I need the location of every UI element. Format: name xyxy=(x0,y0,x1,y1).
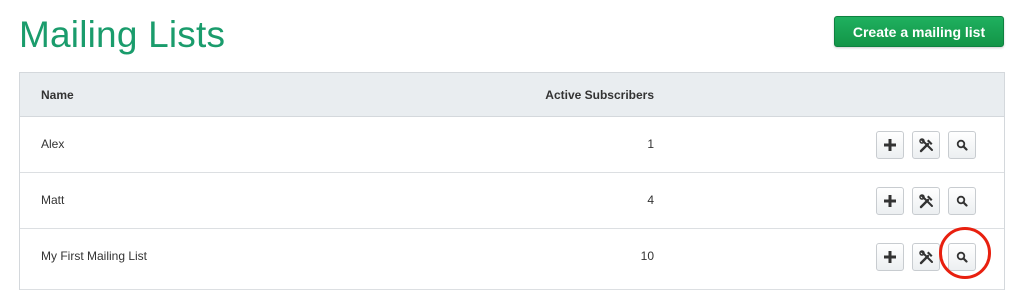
list-name: Alex xyxy=(41,137,65,151)
column-header-name[interactable]: Name xyxy=(41,88,74,102)
add-subscriber-button[interactable] xyxy=(876,187,904,215)
mailing-lists-table: Name Active Subscribers Alex 1 Matt 4 My… xyxy=(19,72,1005,290)
tools-icon xyxy=(918,137,933,152)
column-header-active-subscribers[interactable]: Active Subscribers xyxy=(545,88,654,102)
search-icon xyxy=(956,195,968,207)
add-subscriber-button[interactable] xyxy=(876,243,904,271)
table-row: Matt 4 xyxy=(20,173,1004,229)
search-icon xyxy=(956,139,968,151)
active-subscriber-count: 10 xyxy=(640,249,654,263)
plus-icon xyxy=(884,195,896,207)
row-actions xyxy=(876,243,976,271)
list-name: My First Mailing List xyxy=(41,249,148,263)
create-mailing-list-button[interactable]: Create a mailing list xyxy=(834,16,1004,47)
page-title: Mailing Lists xyxy=(19,14,226,55)
table-header: Name Active Subscribers xyxy=(20,73,1004,117)
view-list-button[interactable] xyxy=(948,187,976,215)
list-name: Matt xyxy=(41,193,65,207)
edit-list-button[interactable] xyxy=(912,187,940,215)
table-row: My First Mailing List 10 xyxy=(20,229,1004,290)
tools-icon xyxy=(918,249,933,264)
edit-list-button[interactable] xyxy=(912,243,940,271)
view-list-button[interactable] xyxy=(948,131,976,159)
active-subscriber-count: 1 xyxy=(647,137,654,151)
edit-list-button[interactable] xyxy=(912,131,940,159)
search-icon xyxy=(956,251,968,263)
row-actions xyxy=(876,131,976,159)
row-actions xyxy=(876,187,976,215)
plus-icon xyxy=(884,251,896,263)
tools-icon xyxy=(918,193,933,208)
active-subscriber-count: 4 xyxy=(647,193,654,207)
plus-icon xyxy=(884,139,896,151)
table-row: Alex 1 xyxy=(20,117,1004,173)
add-subscriber-button[interactable] xyxy=(876,131,904,159)
view-list-button[interactable] xyxy=(948,243,976,271)
